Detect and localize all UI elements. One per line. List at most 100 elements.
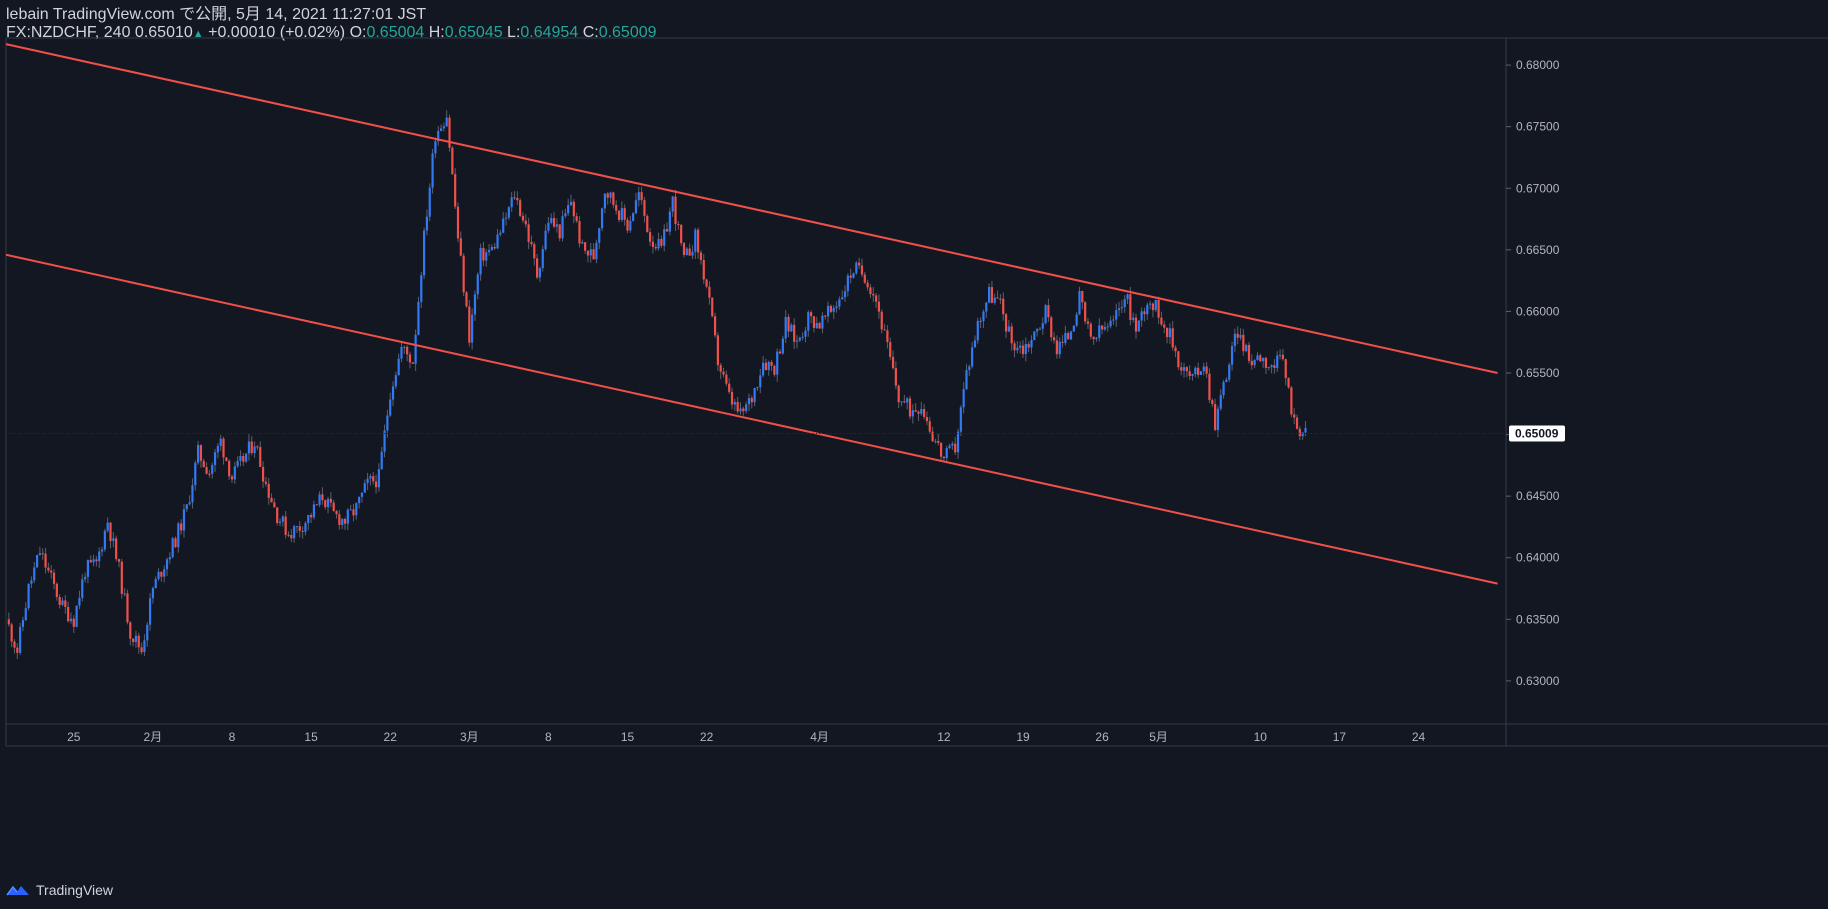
candle	[1024, 337, 1027, 362]
candle	[1270, 364, 1273, 374]
candle	[281, 515, 284, 527]
candle-body	[962, 389, 965, 408]
candle-body	[730, 391, 734, 405]
candle	[307, 514, 310, 531]
candle-body	[521, 215, 525, 221]
price-axis[interactable]: 0.630000.635000.640000.645000.650000.655…	[6, 58, 1565, 688]
candle	[900, 401, 903, 407]
candle-body	[182, 509, 186, 531]
candle	[1095, 336, 1098, 342]
candle-body	[1208, 373, 1211, 401]
candle	[117, 558, 121, 568]
candle-body	[1007, 326, 1010, 332]
candle-body	[1134, 317, 1138, 332]
candle	[287, 531, 290, 538]
candle-body	[394, 375, 397, 387]
candle-body	[445, 117, 448, 127]
price-chart[interactable]: 0.630000.635000.640000.645000.650000.655…	[0, 0, 1828, 909]
candle	[832, 304, 835, 320]
candle-body	[129, 622, 132, 639]
candle-body	[784, 316, 787, 339]
x-tick-label: 8	[229, 730, 236, 744]
candle-body	[1259, 355, 1262, 362]
candle-body	[329, 498, 332, 503]
candle	[253, 441, 256, 458]
candle-body	[660, 238, 663, 246]
candle-body	[335, 511, 338, 515]
candle	[374, 474, 378, 494]
candle	[1064, 325, 1067, 346]
candle-body	[1290, 387, 1293, 415]
candle-body	[78, 597, 81, 606]
candle	[637, 186, 640, 207]
candle-body	[1151, 303, 1155, 311]
candle	[1293, 408, 1296, 425]
candle-body	[98, 551, 101, 562]
candle-body	[84, 576, 87, 580]
candle	[408, 351, 412, 369]
candle-body	[490, 246, 493, 250]
candle-body	[355, 503, 358, 516]
candle	[7, 612, 10, 627]
channel-lines-layer[interactable]	[5, 43, 1498, 585]
candle-body	[1098, 325, 1101, 338]
candle	[937, 433, 940, 446]
candle	[1253, 359, 1256, 369]
candle	[1242, 328, 1245, 356]
candle-body	[134, 635, 138, 643]
candle-body	[1191, 374, 1194, 377]
candle-body	[1281, 354, 1284, 360]
candle	[10, 622, 13, 648]
candle-body	[1146, 304, 1149, 315]
candle-body	[132, 638, 135, 643]
candle	[1010, 322, 1013, 351]
candle	[360, 492, 364, 503]
x-tick-label: 15	[621, 730, 635, 744]
candle	[793, 318, 796, 350]
candle-body	[19, 626, 22, 653]
candle-body	[1284, 359, 1287, 379]
candle	[694, 227, 697, 259]
candle	[397, 353, 400, 376]
time-axis[interactable]: 25 2月 8 15 22 3月 8 15 22 4月 12 19 26 5月 10 17 24	[67, 730, 1425, 744]
candle-body	[615, 204, 618, 211]
candle	[120, 558, 123, 599]
candle-body	[770, 361, 773, 366]
y-tick-label: 0.67000	[1516, 181, 1560, 195]
candle-body	[160, 571, 163, 577]
candle-body	[174, 538, 177, 548]
candle	[493, 242, 496, 250]
candle	[547, 217, 550, 234]
candle	[264, 476, 267, 487]
candle	[456, 202, 460, 242]
candle	[394, 371, 397, 389]
candle-body	[1205, 366, 1208, 374]
candle	[719, 362, 722, 380]
candle-body	[575, 216, 578, 221]
candle-body	[818, 322, 821, 329]
candle	[103, 528, 106, 552]
candle	[527, 218, 530, 250]
candle	[1081, 290, 1084, 310]
candle	[52, 569, 56, 590]
candle	[180, 519, 183, 535]
candle	[445, 110, 448, 128]
candle-body	[685, 248, 688, 255]
candle-body	[69, 618, 73, 622]
candle	[654, 243, 657, 251]
candle-body	[194, 462, 197, 486]
candle-body	[1233, 333, 1236, 347]
candle-body	[561, 216, 564, 239]
candle	[866, 279, 869, 291]
candle	[697, 227, 700, 259]
candle	[349, 504, 352, 511]
candle-body	[776, 351, 779, 375]
candle-body	[256, 446, 259, 448]
candle	[1072, 325, 1075, 332]
candle-body	[408, 354, 412, 363]
candle	[835, 301, 838, 313]
candle-body	[812, 316, 816, 328]
candle-body	[880, 311, 883, 330]
candle	[1185, 366, 1188, 378]
candle	[815, 316, 818, 329]
